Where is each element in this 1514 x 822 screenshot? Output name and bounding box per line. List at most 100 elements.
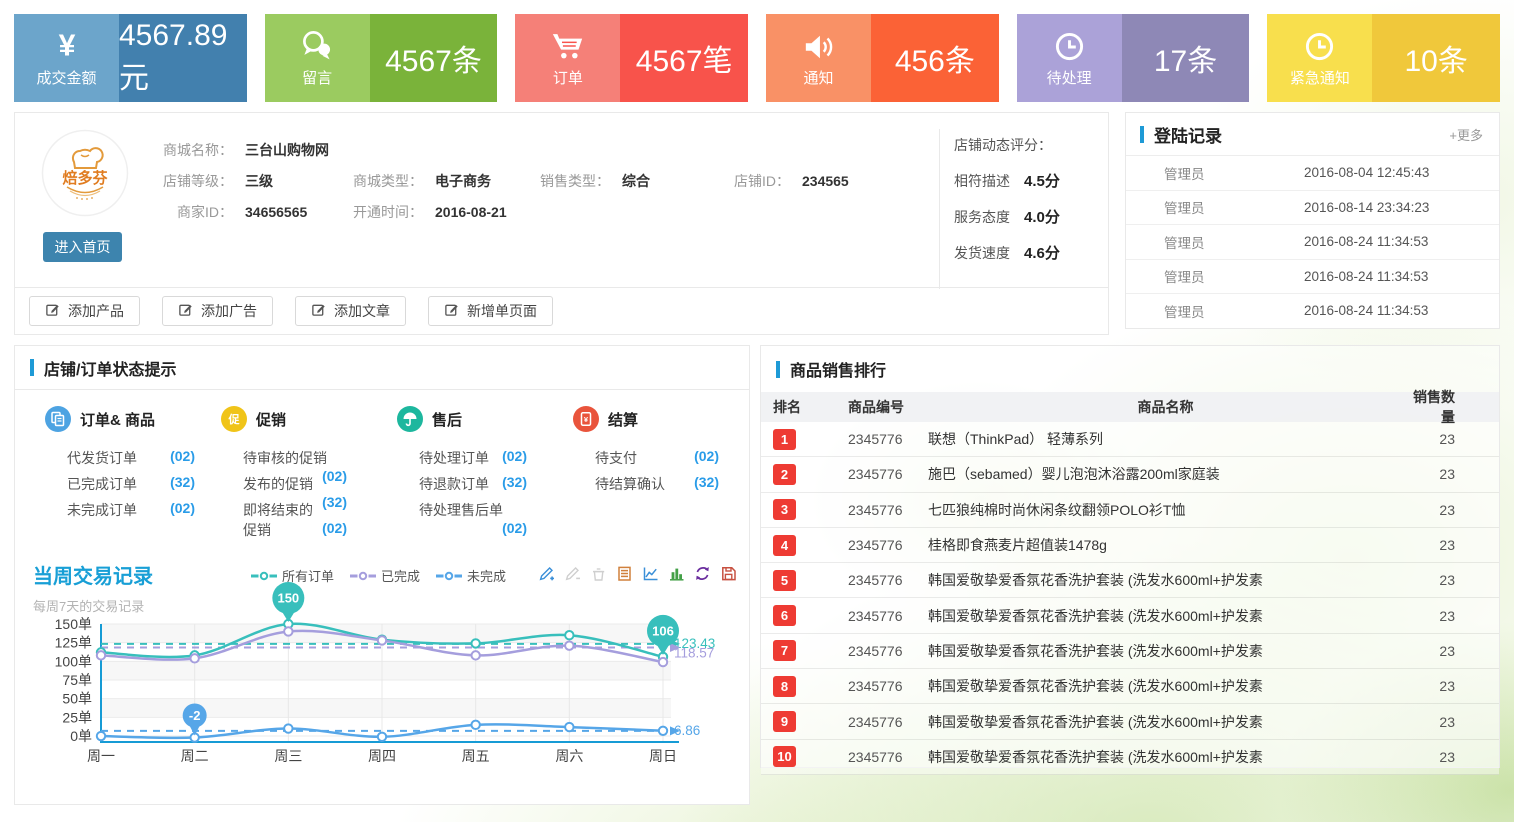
svg-text:¥: ¥ [58, 29, 75, 62]
weekly-orders-chart: 0单25单50单75单100单125单150单周一周二周三周四周五周六周日123… [15, 601, 749, 804]
ranking-row: 22345776施巴（sebamed）婴儿泡泡沐浴露200ml家庭装23 [761, 457, 1499, 492]
section-orders: 订单& 商品 代发货订单(02) 已完成订单(32) 未完成订单(02) [45, 406, 221, 558]
ranking-row: 72345776韩国爱敬挚爱香氛花香洗护套装 (洗发水600ml+护发素23 [761, 634, 1499, 669]
card-label: 通知 [804, 67, 834, 88]
sales-ranking-panel: 商品销售排行 排名 商品编号 商品名称 销售数量 12345776联想（Thin… [760, 345, 1500, 768]
rating-value: 4.5分 [1024, 173, 1060, 190]
stat-card-orders[interactable]: 订单 4567笔 [515, 14, 748, 102]
promotion-icon: 促 [221, 406, 247, 432]
product-code: 2345776 [848, 643, 928, 659]
svg-text:周一: 周一 [87, 748, 115, 764]
add-product-button[interactable]: 添加产品 [29, 296, 140, 326]
more-link[interactable]: +更多 [1449, 125, 1483, 144]
rating-label: 服务态度 [954, 209, 1010, 225]
svg-text:100单: 100单 [55, 653, 92, 669]
data-view-icon[interactable] [616, 565, 633, 582]
section-settlement: ¥ 结算 待支付(02) 待结算确认(32) [573, 406, 749, 558]
svg-text:118.57: 118.57 [674, 645, 714, 660]
sales-qty: 23 [1403, 608, 1499, 624]
cart-icon [551, 28, 584, 62]
dashboard-page: ¥ 成交金额 4567.89元 留言 [0, 0, 1514, 822]
sales-qty: 23 [1403, 537, 1499, 553]
field-label: 店铺ID： [712, 171, 790, 191]
rank-badge: 3 [773, 499, 796, 520]
field-label: 商城名称： [155, 140, 233, 160]
product-name: 韩国爱敬挚爱香氛花香洗护套装 (洗发水600ml+护发素 [928, 747, 1403, 767]
add-ad-button[interactable]: 添加广告 [162, 296, 273, 326]
open-date-value: 2016-08-21 [435, 204, 507, 220]
ranking-row: 42345776桂格即食燕麦片超值装1478g23 [761, 528, 1499, 563]
status-link[interactable]: 待支付(02) [595, 448, 719, 474]
svg-text:25单: 25单 [62, 709, 92, 725]
product-code: 2345776 [848, 502, 928, 518]
title-accent-bar [1140, 126, 1144, 143]
enter-home-button[interactable]: 进入首页 [43, 232, 122, 262]
card-value: 17条 [1154, 36, 1217, 80]
add-article-button[interactable]: 添加文章 [295, 296, 406, 326]
sales-qty: 23 [1403, 749, 1499, 765]
aftersale-umbrella-icon [397, 406, 423, 432]
edit-add-icon[interactable] [538, 565, 555, 582]
alarm-clock-icon [1304, 28, 1335, 62]
shop-actions-bar: 添加产品 添加广告 添加文章 新增单页面 [15, 287, 1108, 334]
login-user: 管理员 [1164, 163, 1304, 183]
svg-text:-2: -2 [189, 708, 201, 723]
logo-text: 焙多芬 [62, 169, 108, 187]
product-name: 韩国爱敬挚爱香氛花香洗护套装 (洗发水600ml+护发素 [928, 570, 1403, 590]
legend-item-completed[interactable]: 已完成 [350, 566, 420, 585]
svg-text:106: 106 [652, 623, 674, 638]
stat-card-revenue[interactable]: ¥ 成交金额 4567.89元 [14, 14, 247, 102]
svg-text:50单: 50单 [62, 691, 92, 707]
stat-card-messages[interactable]: 留言 4567条 [265, 14, 498, 102]
bar-chart-icon[interactable] [668, 565, 685, 582]
rating-title: 店铺动态评分： [954, 135, 1112, 155]
login-record-row: 管理员2016-08-04 12:45:43 [1126, 156, 1499, 191]
header-rank: 排名 [761, 397, 848, 417]
svg-text:促: 促 [228, 412, 241, 426]
svg-text:150: 150 [277, 591, 299, 606]
edit-remove-icon[interactable] [564, 565, 581, 582]
status-link[interactable]: 待退款订单(32) [419, 474, 527, 500]
svg-text:周五: 周五 [462, 748, 490, 764]
product-name: 七匹狼纯棉时尚休闲条纹翻领POLO衫T恤 [928, 500, 1403, 520]
status-link[interactable]: 待处理订单(02) [419, 448, 527, 474]
legend-item-all-orders[interactable]: 所有订单 [251, 566, 334, 585]
login-user: 管理员 [1164, 266, 1304, 286]
status-link[interactable]: 代发货订单(02) [67, 448, 195, 474]
ranking-row: 32345776七匹狼纯棉时尚休闲条纹翻领POLO衫T恤23 [761, 493, 1499, 528]
shop-info-grid: 商城名称： 三台山购物网 店铺等级： 三级 商城类型： 电子商务 [155, 134, 849, 227]
card-value: 4567条 [385, 36, 482, 80]
login-record-row: 管理员2016-08-14 23:34:23 [1126, 191, 1499, 226]
action-label: 添加广告 [201, 301, 257, 321]
rank-badge: 10 [773, 746, 796, 767]
status-link[interactable]: 未完成订单(02) [67, 500, 195, 526]
status-link[interactable]: 待结算确认(32) [595, 474, 719, 500]
card-value: 456条 [895, 36, 975, 80]
stat-card-urgent[interactable]: 紧急通知 10条 [1267, 14, 1500, 102]
clear-icon[interactable] [590, 565, 607, 582]
mall-type-value: 电子商务 [435, 171, 491, 191]
merchant-id-value: 34656565 [245, 204, 307, 220]
login-time: 2016-08-24 11:34:53 [1304, 303, 1428, 318]
shop-id-value: 234565 [802, 173, 849, 189]
save-image-icon[interactable] [720, 565, 737, 582]
product-name: 桂格即食燕麦片超值装1478g [928, 535, 1403, 555]
status-link[interactable]: 待处理售后单(02) [419, 500, 527, 526]
line-chart-icon[interactable] [642, 565, 659, 582]
svg-text:6.86: 6.86 [674, 723, 700, 738]
chat-icon [299, 28, 335, 62]
status-link[interactable]: 已完成订单(32) [67, 474, 195, 500]
legend-item-uncompleted[interactable]: 未完成 [436, 566, 506, 585]
action-label: 新增单页面 [467, 301, 537, 321]
status-link[interactable]: 待审核的促销(02) [243, 448, 347, 474]
svg-text:125单: 125单 [55, 635, 92, 651]
stat-card-notifications[interactable]: 通知 456条 [766, 14, 999, 102]
sales-qty: 23 [1403, 572, 1499, 588]
rank-badge: 8 [773, 676, 796, 697]
add-single-page-button[interactable]: 新增单页面 [428, 296, 553, 326]
restore-icon[interactable] [694, 565, 711, 582]
stat-card-pending[interactable]: 待处理 17条 [1017, 14, 1250, 102]
rank-badge: 7 [773, 640, 796, 661]
rank-badge: 6 [773, 605, 796, 626]
ranking-row: 82345776韩国爱敬挚爱香氛花香洗护套装 (洗发水600ml+护发素23 [761, 669, 1499, 704]
